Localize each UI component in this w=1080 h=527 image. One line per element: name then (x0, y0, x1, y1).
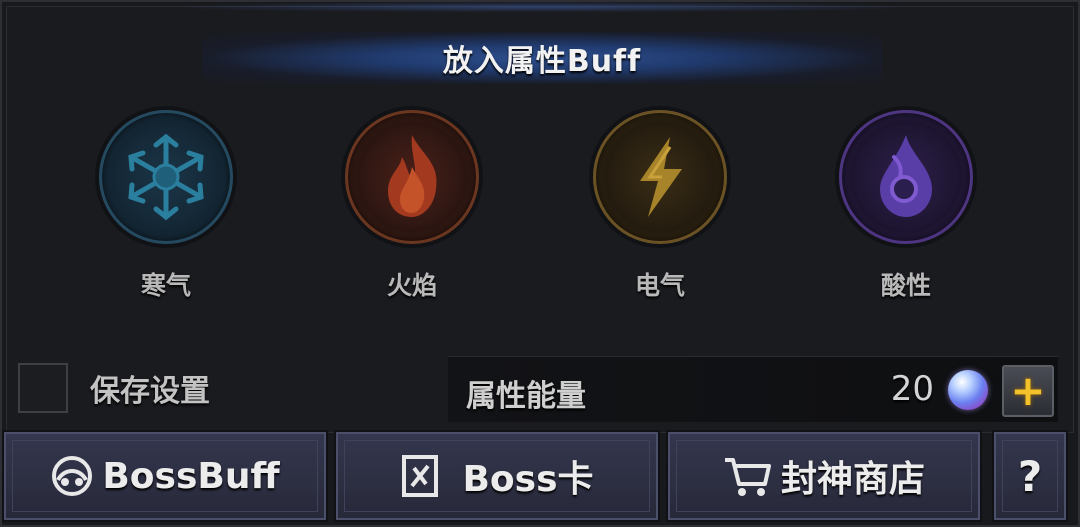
boss-card-label: Boss卡 (462, 459, 594, 500)
energy-label: 属性能量 (466, 379, 586, 414)
add-energy-button[interactable]: + (1002, 365, 1054, 417)
snowflake-icon[interactable] (99, 110, 233, 244)
cart-icon (723, 454, 773, 498)
shop-button[interactable]: 封神商店 (668, 432, 980, 520)
boss-buff-button[interactable]: BossBuff (4, 432, 326, 520)
boss-card-button[interactable]: Boss卡 (336, 432, 658, 520)
buff-fire[interactable]: 火焰 (342, 110, 482, 302)
title-bar: 放入属性Buff (202, 32, 882, 84)
boss-helmet-icon (50, 454, 94, 498)
help-button[interactable]: ? (994, 432, 1066, 520)
buff-label-electric: 电气 (634, 271, 685, 300)
buff-frost[interactable]: 寒气 (96, 110, 236, 302)
buff-electric[interactable]: 电气 (590, 110, 730, 302)
save-settings-label[interactable]: 保存设置 (90, 366, 210, 410)
acid-drop-icon[interactable] (839, 110, 973, 244)
buff-label-acid: 酸性 (880, 271, 931, 300)
energy-value: 20 (890, 369, 934, 409)
plus-icon: + (1010, 366, 1046, 415)
buff-label-fire: 火焰 (386, 271, 437, 300)
help-icon: ? (1017, 451, 1043, 501)
flame-icon[interactable] (345, 110, 479, 244)
save-settings-checkbox[interactable] (18, 363, 68, 413)
top-glow (182, 2, 902, 12)
energy-gem-icon (948, 370, 988, 410)
card-icon (400, 454, 440, 498)
lightning-icon[interactable] (593, 110, 727, 244)
boss-buff-label: BossBuff (102, 455, 280, 497)
panel-title: 放入属性Buff (442, 44, 642, 79)
attribute-energy-bar: 属性能量 20 + (448, 356, 1058, 422)
buff-acid[interactable]: 酸性 (836, 110, 976, 302)
shop-label: 封神商店 (780, 459, 925, 500)
buff-label-frost: 寒气 (140, 271, 191, 300)
